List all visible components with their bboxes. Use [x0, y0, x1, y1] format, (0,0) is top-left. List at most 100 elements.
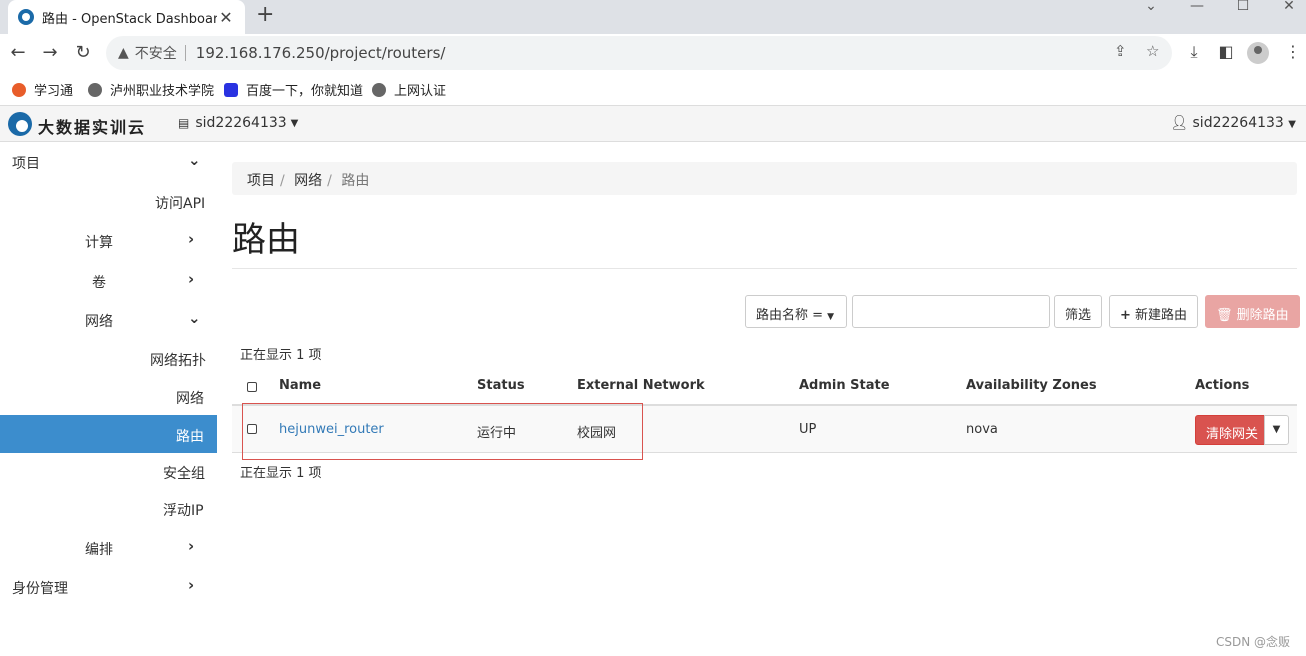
menu-kebab-icon[interactable]: ⋮ [1282, 42, 1304, 61]
column-header-admin-state[interactable]: Admin State [799, 378, 890, 393]
address-bar[interactable]: ▲ 不安全 192.168.176.250/project/routers/ [106, 36, 1172, 70]
sidebar-item-routers[interactable]: 路由 [0, 415, 217, 453]
chevron-down-icon[interactable]: ⌄ [1128, 0, 1174, 28]
filter-field-label: 路由名称 = [756, 308, 824, 323]
filter-field-dropdown[interactable]: 路由名称 = ▼ [745, 295, 847, 328]
caret-down-icon: ▼ [827, 312, 835, 322]
row-actions-caret-icon[interactable]: ▼ [1264, 415, 1289, 445]
sidebar-item-label: 卷 [92, 275, 106, 291]
download-icon[interactable]: ⤓ [1183, 42, 1205, 62]
sidebar-item-label: 路由 [176, 429, 204, 445]
tab-title: 路由 - OpenStack Dashboard [42, 11, 217, 27]
sidepanel-icon[interactable]: ◧ [1215, 42, 1237, 61]
bookmarks-bar: 学习通 泸州职业技术学院 百度一下，你就知道 上网认证 [0, 72, 1306, 106]
column-header-external-network[interactable]: External Network [577, 378, 705, 393]
breadcrumb: 项目 / 网络 / 路由 [232, 162, 1297, 195]
sidebar-item-access-api[interactable]: 访问API [0, 182, 217, 220]
profile-avatar-icon[interactable] [1247, 42, 1269, 64]
sidebar-item-label: 浮动IP [163, 503, 204, 519]
router-availability-zone: nova [966, 422, 998, 437]
globe-icon [88, 82, 102, 97]
sidebar-item-project[interactable]: 项目 ⌄ [0, 142, 217, 180]
filter-button[interactable]: 筛选 [1054, 295, 1103, 328]
bookmark-item[interactable]: 学习通 [12, 80, 73, 99]
warning-triangle-icon: ▲ [118, 45, 129, 61]
sidebar-item-networks[interactable]: 网络 [0, 377, 217, 415]
browser-tabstrip: 路由 - OpenStack Dashboard ✕ + ⌄ — ☐ ✕ [0, 0, 1306, 34]
bookmark-label: 百度一下，你就知道 [246, 84, 364, 99]
sidebar-item-network[interactable]: 网络 ⌄ [0, 300, 217, 338]
user-dropdown[interactable]: 👤︎ sid22264133 ▼ [1170, 115, 1296, 131]
delete-routers-label: 删除路由 [1236, 308, 1289, 323]
sidebar-item-security-groups[interactable]: 安全组 [0, 452, 217, 490]
trash-icon: 🗑︎ [1216, 308, 1233, 323]
breadcrumb-item[interactable]: 网络 [294, 173, 322, 189]
openstack-favicon-icon [18, 9, 34, 25]
column-header-name[interactable]: Name [279, 378, 321, 393]
item-count: 正在显示 1 项 [240, 348, 322, 363]
project-dropdown[interactable]: ▤ sid22264133 ▼ [178, 115, 298, 131]
sidebar-item-floating-ip[interactable]: 浮动IP [0, 489, 217, 527]
sidebar-item-label: 访问API [155, 196, 206, 212]
maximize-button[interactable]: ☐ [1220, 0, 1266, 28]
breadcrumb-divider: / [280, 173, 285, 189]
reload-icon[interactable]: ↻ [71, 41, 95, 65]
chevron-right-icon: › [188, 537, 195, 555]
sidebar-item-label: 网络拓扑 [150, 353, 206, 369]
bookmark-label: 上网认证 [394, 84, 447, 99]
delete-routers-button[interactable]: 🗑︎ 删除路由 [1205, 295, 1300, 328]
insecure-label: 不安全 [134, 46, 177, 62]
star-icon[interactable]: ☆ [1146, 42, 1159, 60]
router-admin-state: UP [799, 422, 817, 437]
url-text: 192.168.176.250/project/routers/ [195, 44, 446, 62]
bookmark-item[interactable]: 泸州职业技术学院 [88, 80, 214, 99]
table-header: Name Status External Network Admin State… [232, 370, 1297, 406]
divider [232, 268, 1297, 269]
share-icon[interactable]: ⇪ [1114, 42, 1127, 60]
close-tab-icon[interactable]: ✕ [217, 8, 235, 27]
forward-arrow-icon[interactable]: → [38, 41, 62, 65]
sidebar-item-label: 网络 [176, 391, 204, 407]
breadcrumb-item[interactable]: 项目 [247, 173, 275, 189]
bookmark-icon [12, 82, 26, 97]
caret-down-icon: ▼ [290, 117, 299, 129]
sidebar: 项目 ⌄ 访问API 计算 › 卷 › 网络 ⌄ 网络拓扑 网络 路由 安全组 … [0, 142, 217, 656]
create-router-label: 新建路由 [1135, 308, 1188, 323]
sidebar-item-label: 计算 [85, 235, 113, 251]
brand-logo-icon[interactable] [8, 112, 32, 136]
minimize-button[interactable]: — [1174, 0, 1220, 28]
filter-input[interactable] [852, 295, 1050, 328]
caret-down-icon: ▼ [1288, 119, 1296, 130]
plus-icon: + [1120, 308, 1131, 323]
bookmark-label: 学习通 [34, 84, 74, 99]
chevron-down-icon: ⌄ [188, 309, 201, 327]
browser-tab[interactable]: 路由 - OpenStack Dashboard ✕ [8, 0, 245, 34]
bookmark-item[interactable]: 百度一下，你就知道 [224, 80, 363, 99]
select-all-checkbox[interactable] [247, 382, 257, 392]
column-header-availability-zones[interactable]: Availability Zones [966, 378, 1097, 393]
back-arrow-icon[interactable]: ← [6, 41, 30, 65]
annotation-highlight-box [242, 403, 643, 460]
chevron-right-icon: › [188, 270, 195, 288]
sidebar-item-label: 网络 [85, 314, 113, 330]
chevron-right-icon: › [188, 230, 195, 248]
column-header-actions: Actions [1195, 378, 1250, 393]
sidebar-item-orchestration[interactable]: 编排 › [0, 528, 217, 566]
bookmark-item[interactable]: 上网认证 [372, 80, 446, 99]
sidebar-item-label: 安全组 [163, 466, 205, 482]
project-name: sid22264133 [195, 115, 287, 131]
brand-name[interactable]: 大数据实训云 [38, 114, 146, 138]
column-header-status[interactable]: Status [477, 378, 525, 393]
new-tab-button[interactable]: + [256, 2, 274, 27]
sidebar-item-volumes[interactable]: 卷 › [0, 261, 217, 299]
chevron-down-icon: ⌄ [188, 151, 201, 169]
browser-toolbar: ← → ↻ ▲ 不安全 192.168.176.250/project/rout… [0, 34, 1306, 72]
create-router-button[interactable]: + 新建路由 [1109, 295, 1199, 328]
sidebar-item-identity[interactable]: 身份管理 › [0, 567, 217, 605]
sidebar-item-label: 身份管理 [12, 581, 68, 597]
sidebar-item-compute[interactable]: 计算 › [0, 221, 217, 259]
sidebar-item-topology[interactable]: 网络拓扑 [0, 339, 217, 377]
clear-gateway-button[interactable]: 清除网关 [1195, 415, 1270, 445]
watermark: CSDN @念贩 [1215, 635, 1290, 649]
close-window-button[interactable]: ✕ [1266, 0, 1306, 28]
